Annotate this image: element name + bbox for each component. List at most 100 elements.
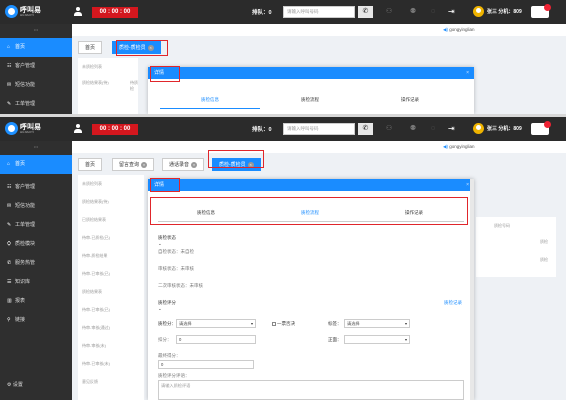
modal-header: 详情 ×: [148, 179, 474, 191]
comment-textarea[interactable]: 请输入质检评语: [158, 380, 464, 400]
sidebar-item-customers[interactable]: ☷ 客户管理: [0, 178, 72, 197]
deduct-label: 扣分：: [158, 337, 172, 342]
highlight-modal-title: [150, 178, 180, 192]
user-icon[interactable]: [74, 124, 82, 133]
score-select[interactable]: 请选择 ▾: [176, 319, 256, 328]
sidebar-item-tickets[interactable]: ✎ 工单管理: [0, 216, 72, 235]
user-icon[interactable]: [74, 7, 82, 16]
list-item: 待审-已审核(已): [82, 271, 110, 276]
sidebar-item-qc[interactable]: ⛭ 质检模块: [0, 235, 72, 254]
headset-icon[interactable]: ◌: [428, 124, 438, 134]
logo-mark-icon: [5, 122, 18, 135]
tab-call-recording[interactable]: 通话录音 ×: [162, 158, 205, 171]
queue-count: 排队：0: [252, 127, 272, 133]
sidebar-item-sms[interactable]: ✉ 短信功能: [0, 197, 72, 216]
queue-count: 排队：0: [252, 10, 272, 16]
tab-qc-info[interactable]: 质检信息: [160, 92, 260, 109]
background-list: 未质检列表 质检结果表(待) 已质检结果表 待审-已质检(已) 待审-质检结果 …: [78, 175, 144, 400]
close-tab-icon[interactable]: ×: [141, 162, 148, 168]
transfer-icon[interactable]: ⚇: [384, 124, 394, 134]
positive-select[interactable]: ▾: [344, 335, 410, 344]
tab-operation-log[interactable]: 操作记录: [360, 92, 460, 108]
dropdown-arrow-icon: ▾: [404, 337, 407, 342]
chevron-down-icon[interactable]: ⌄: [158, 241, 162, 247]
tab-home[interactable]: 首页: [78, 158, 103, 171]
list-item: 待审-已质检(已): [82, 235, 110, 240]
close-tab-icon[interactable]: ×: [191, 162, 198, 168]
list-item: 质检结果表(待): [82, 199, 109, 204]
highlight-tab: [208, 150, 264, 168]
phone-input[interactable]: 请输入呼叫号码: [283, 6, 355, 18]
close-icon[interactable]: ×: [466, 179, 469, 191]
column-header: 质检号码: [494, 223, 510, 228]
background-right-panel: 质检号码 质检 质检: [476, 217, 556, 277]
sidebar: ••• ⌂ 首页 ☷ 客户管理 ✉ 短信功能 ✎ 工单管理: [0, 24, 72, 114]
list-item: 待质检: [130, 80, 138, 91]
group-icon[interactable]: ⚉: [408, 7, 418, 17]
list-item: 待审-审核(未): [82, 343, 106, 348]
logo-mark-icon: [5, 5, 18, 18]
logo: 呼叫易 HUJIAOYI: [5, 122, 53, 136]
final-score-label: 最终得分：: [158, 353, 181, 358]
tag-label: 标签：: [328, 321, 342, 326]
sidebar-collapse-icon[interactable]: •••: [0, 24, 72, 38]
cell: 质检: [540, 239, 548, 244]
agent-info: 张三 分机：809: [487, 9, 522, 15]
logout-icon[interactable]: ⇥: [448, 7, 455, 17]
one-vote-veto[interactable]: 一票否决: [272, 321, 295, 327]
sidebar-collapse-icon[interactable]: •••: [0, 141, 72, 155]
page-tabs: 首页 留言查询 × 通话录音 × 质检-质检员 ×: [72, 153, 566, 175]
ticket-icon: ✎: [7, 222, 12, 228]
sidebar-item-customers[interactable]: ☷ 客户管理: [0, 57, 72, 76]
home-icon: ⌂: [7, 44, 11, 50]
sidebar-item-sms[interactable]: ✉ 短信功能: [0, 76, 72, 95]
call-timer: 00 : 00 : 00: [92, 7, 138, 18]
logout-icon[interactable]: ⇥: [448, 124, 455, 134]
tag-select[interactable]: 请选择 ▾: [344, 319, 410, 328]
phone-input[interactable]: 请输入呼叫号码: [283, 123, 355, 135]
sidebar-item-home[interactable]: ⌂ 首页: [0, 38, 72, 57]
avatar[interactable]: [473, 123, 484, 134]
sub-bar: ◀) gongyinglian: [72, 141, 566, 153]
sidebar-item-settings[interactable]: ⚙ 设置: [7, 381, 23, 388]
phone-icon: ✆: [7, 260, 12, 266]
screenshot-bottom: 呼叫易 HUJIAOYI 00 : 00 : 00 排队：0 请输入呼叫号码 ✆…: [0, 117, 566, 400]
dial-phone-icon[interactable]: ✆: [358, 6, 373, 18]
close-icon[interactable]: ×: [466, 67, 469, 79]
link-icon: ⚲: [7, 317, 11, 323]
sidebar-item-service[interactable]: ✆ 服务热管: [0, 254, 72, 273]
avatar[interactable]: [473, 6, 484, 17]
scrollbar[interactable]: [470, 179, 474, 400]
top-bar: 呼叫易 HUJIAOYI 00 : 00 : 00 排队：0 请输入呼叫号码 ✆…: [0, 117, 566, 141]
logo-sub: HUJIAOYI: [20, 130, 34, 134]
comment-label: 质检评分评语：: [158, 373, 190, 378]
sidebar-item-links[interactable]: ⚲ 链接: [0, 311, 72, 330]
chart-icon: ▥: [7, 298, 12, 304]
sidebar-item-home[interactable]: ⌂ 首页: [0, 155, 72, 174]
list-item: 未质检列表: [82, 64, 102, 69]
sidebar-item-tickets[interactable]: ✎ 工单管理: [0, 95, 72, 114]
voice-status: ◀) gongyinglian: [443, 144, 475, 149]
chevron-down-icon[interactable]: ⌄: [158, 306, 162, 312]
list-item: 待审-质检结果: [82, 253, 108, 258]
tab-message-query[interactable]: 留言查询 ×: [112, 158, 155, 171]
checkbox[interactable]: [272, 321, 276, 326]
tab-qc-flow[interactable]: 质检流程: [260, 92, 360, 108]
list-item: 未质检列表: [82, 181, 102, 186]
status-icon[interactable]: [531, 121, 551, 135]
group-icon[interactable]: ⚉: [408, 124, 418, 134]
dial-phone-icon[interactable]: ✆: [358, 123, 373, 135]
tab-home[interactable]: 首页: [78, 41, 103, 54]
agent-info: 张三 分机：809: [487, 126, 522, 132]
sidebar-item-knowledge[interactable]: ☰ 知识库: [0, 273, 72, 292]
sidebar-item-reports[interactable]: ▥ 报表: [0, 292, 72, 311]
status-icon[interactable]: [531, 4, 551, 18]
modal-tabs: 质检信息 质检流程 操作记录: [148, 92, 474, 112]
headset-icon[interactable]: ◌: [428, 7, 438, 17]
deduct-input[interactable]: 0: [176, 335, 256, 344]
qc-record-link[interactable]: 质检记录: [444, 300, 462, 306]
list-item: 意见反馈: [82, 379, 98, 384]
speaker-icon: ◀): [443, 144, 448, 149]
final-score-input[interactable]: 0: [158, 360, 254, 369]
transfer-icon[interactable]: ⚇: [384, 7, 394, 17]
